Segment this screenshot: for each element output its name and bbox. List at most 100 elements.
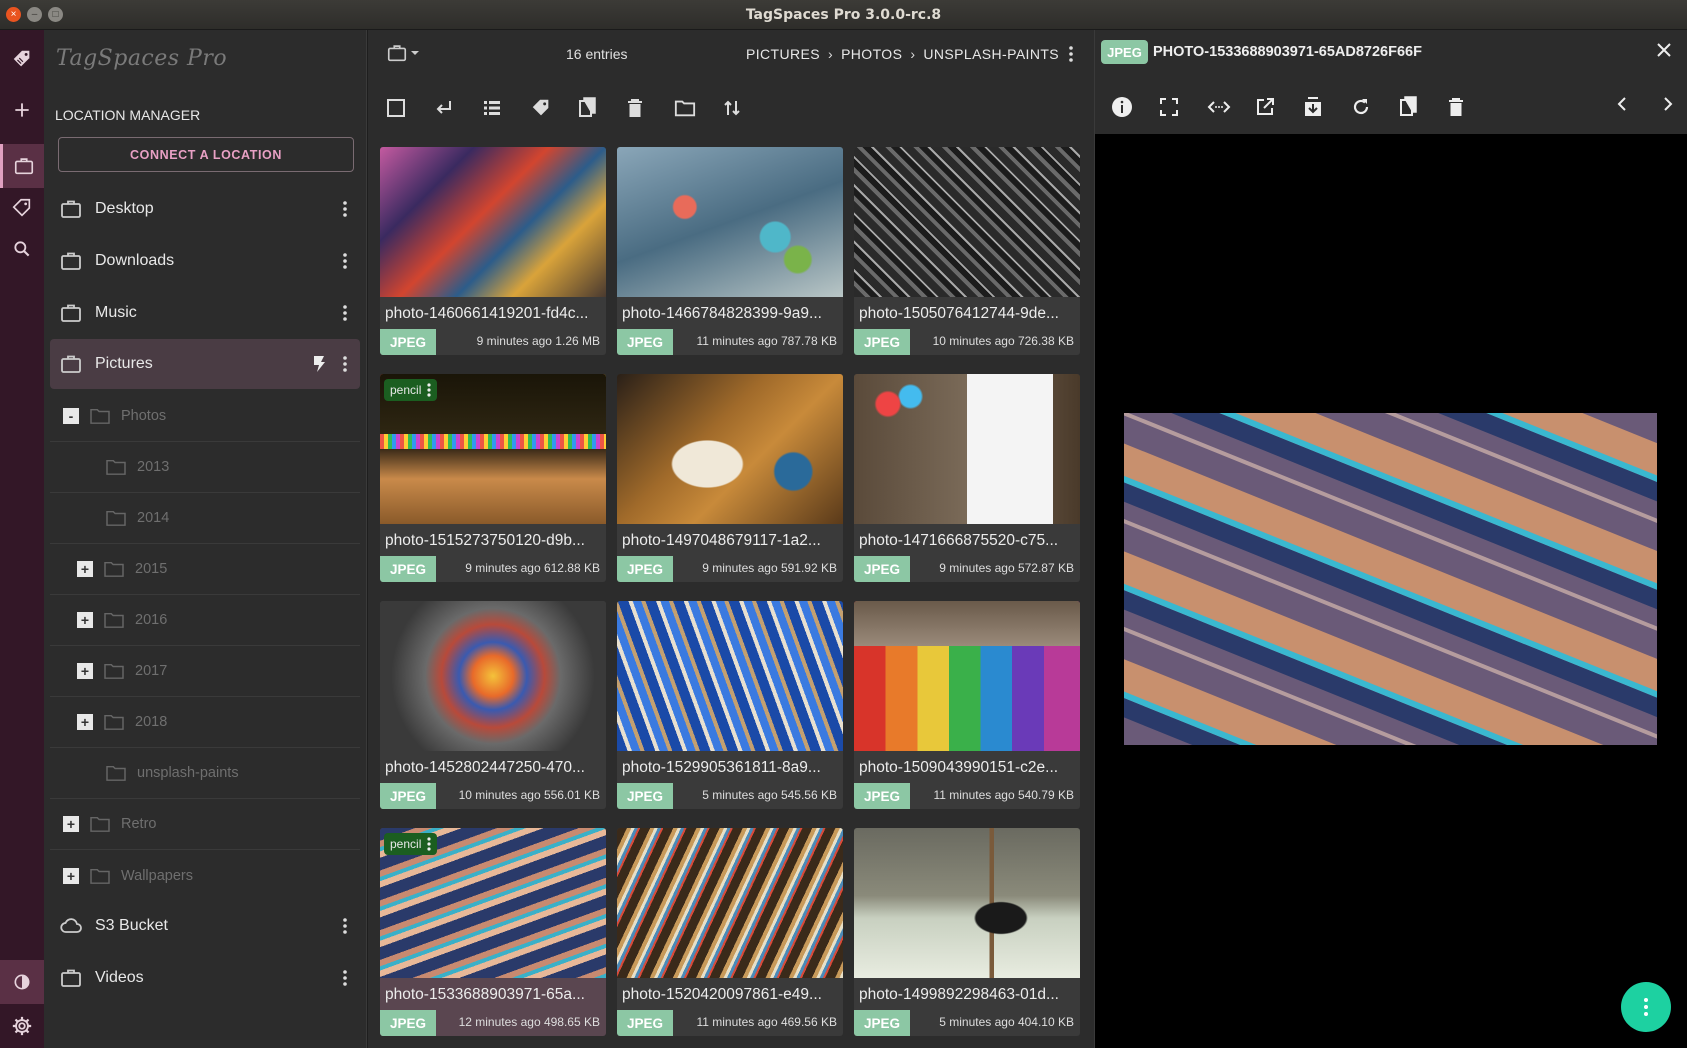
tag-label: pencil <box>390 383 422 397</box>
file-card[interactable]: photo-1509043990151-c2e... JPEG 11 minut… <box>854 601 1080 809</box>
breadcrumb-item[interactable]: PHOTOS <box>841 46 902 62</box>
more-vert-icon[interactable] <box>330 253 360 269</box>
more-vert-icon[interactable] <box>330 201 360 217</box>
search-icon[interactable] <box>0 228 44 270</box>
list-view-button[interactable] <box>482 92 530 124</box>
file-card[interactable]: photo-1497048679117-1a2... JPEG 9 minute… <box>617 374 843 582</box>
file-card[interactable]: photo-1505076412744-9de... JPEG 10 minut… <box>854 147 1080 355</box>
file-extension-badge: JPEG <box>854 783 910 809</box>
delete-icon[interactable] <box>626 92 674 124</box>
more-vert-icon[interactable] <box>330 305 360 321</box>
reload-icon[interactable] <box>1351 92 1399 122</box>
connect-location-button[interactable]: CONNECT A LOCATION <box>58 137 354 172</box>
folder-icon[interactable] <box>674 92 722 124</box>
file-card[interactable]: photo-1520420097861-e49... JPEG 11 minut… <box>617 828 843 1036</box>
code-icon[interactable] <box>1207 92 1255 122</box>
expand-toggle[interactable]: + <box>77 561 93 577</box>
tree-item-wallpapers[interactable]: + Wallpapers <box>50 850 360 901</box>
location-manager-title: LOCATION MANAGER <box>55 107 201 123</box>
parent-folder-button[interactable] <box>434 92 482 124</box>
location-downloads[interactable]: Downloads <box>50 236 360 286</box>
file-name: photo-1471666875520-c75... <box>859 532 1059 549</box>
more-vert-icon[interactable] <box>330 356 360 372</box>
folder-icon <box>106 765 126 781</box>
copy-icon[interactable] <box>578 92 626 124</box>
expand-toggle[interactable]: + <box>63 816 79 832</box>
more-vert-icon[interactable] <box>330 918 360 934</box>
fullscreen-icon[interactable] <box>1159 92 1207 122</box>
tree-item-unsplash-paints[interactable]: unsplash-paints <box>50 748 360 799</box>
close-icon[interactable] <box>1656 42 1672 58</box>
sort-icon[interactable] <box>722 92 770 124</box>
tree-item-label: unsplash-paints <box>137 765 239 781</box>
tag-icon[interactable] <box>530 92 578 124</box>
tag-chip[interactable]: pencil <box>384 379 438 401</box>
window-maximize-button[interactable]: □ <box>48 7 63 22</box>
delete-icon[interactable] <box>1447 92 1495 122</box>
bolt-icon[interactable] <box>308 355 330 373</box>
file-meta: 9 minutes ago 1.26 MB <box>476 334 600 348</box>
chevron-right-icon: › <box>910 46 916 62</box>
tree-item-2016[interactable]: + 2016 <box>50 595 360 646</box>
tree-item-2013[interactable]: 2013 <box>50 442 360 493</box>
tree-item-2017[interactable]: + 2017 <box>50 646 360 697</box>
location-switch-button[interactable] <box>386 42 422 64</box>
tree-item-retro[interactable]: + Retro <box>50 799 360 850</box>
file-card[interactable]: photo-1529905361811-8a9... JPEG 5 minute… <box>617 601 843 809</box>
previous-file-icon[interactable] <box>1610 92 1634 116</box>
file-card[interactable]: photo-1471666875520-c75... JPEG 9 minute… <box>854 374 1080 582</box>
file-card[interactable]: photo-1466784828399-9a9... JPEG 11 minut… <box>617 147 843 355</box>
breadcrumb-item[interactable]: PICTURES <box>746 46 820 62</box>
expand-toggle[interactable]: + <box>77 663 93 679</box>
tree-item-photos[interactable]: - Photos <box>50 391 360 442</box>
chevron-right-icon: › <box>828 46 834 62</box>
tagspaces-logo-icon[interactable] <box>0 30 44 88</box>
expand-toggle[interactable]: + <box>77 612 93 628</box>
folder-icon <box>106 510 126 526</box>
location-label: Pictures <box>95 355 153 372</box>
tree-item-2014[interactable]: 2014 <box>50 493 360 544</box>
tag-icon[interactable] <box>0 188 44 228</box>
expand-toggle[interactable]: + <box>77 714 93 730</box>
briefcase-icon[interactable] <box>0 144 44 188</box>
file-card[interactable]: pencil photo-1515273750120-d9b... JPEG 9… <box>380 374 606 582</box>
plus-icon[interactable] <box>0 88 44 132</box>
collapse-toggle[interactable]: - <box>63 408 79 424</box>
preview-image <box>1124 413 1657 745</box>
location-pictures[interactable]: Pictures <box>50 339 360 389</box>
window-minimize-button[interactable]: – <box>27 7 42 22</box>
location-desktop[interactable]: Desktop <box>50 184 360 234</box>
location-s3-bucket[interactable]: S3 Bucket <box>50 901 360 951</box>
more-vert-icon[interactable] <box>1069 46 1073 62</box>
file-card[interactable]: photo-1499892298463-01d... JPEG 5 minute… <box>854 828 1080 1036</box>
location-videos[interactable]: Videos <box>50 953 360 1003</box>
file-name: photo-1505076412744-9de... <box>859 305 1059 322</box>
file-extension-badge: JPEG <box>854 329 910 355</box>
file-card-selected[interactable]: pencil photo-1533688903971-65a... JPEG 1… <box>380 828 606 1036</box>
expand-toggle[interactable]: + <box>63 867 79 884</box>
folder-icon <box>104 612 124 628</box>
tree-item-2018[interactable]: + 2018 <box>50 697 360 748</box>
next-file-icon[interactable] <box>1656 92 1680 116</box>
entries-count: 16 entries <box>566 46 628 62</box>
theme-icon[interactable] <box>0 960 44 1004</box>
settings-icon[interactable] <box>0 1004 44 1048</box>
file-thumbnail <box>380 147 606 297</box>
location-music[interactable]: Music <box>50 288 360 338</box>
tree-item-2015[interactable]: + 2015 <box>50 544 360 595</box>
file-card[interactable]: photo-1452802447250-470... JPEG 10 minut… <box>380 601 606 809</box>
file-thumbnail <box>617 828 843 978</box>
window-close-button[interactable]: × <box>6 7 21 22</box>
tag-chip[interactable]: pencil <box>384 833 438 855</box>
open-external-icon[interactable] <box>1255 92 1303 122</box>
file-card[interactable]: photo-1460661419201-fd4c... JPEG 9 minut… <box>380 147 606 355</box>
select-all-checkbox[interactable] <box>386 92 434 124</box>
download-icon[interactable] <box>1303 92 1351 122</box>
breadcrumb-item[interactable]: UNSPLASH-PAINTS <box>923 46 1059 62</box>
more-vert-icon[interactable] <box>330 970 360 986</box>
copy-icon[interactable] <box>1399 92 1447 122</box>
tree-item-label: 2016 <box>135 612 168 628</box>
info-icon[interactable] <box>1111 92 1159 122</box>
more-actions-button[interactable] <box>1621 982 1671 1032</box>
briefcase-icon <box>387 45 407 62</box>
